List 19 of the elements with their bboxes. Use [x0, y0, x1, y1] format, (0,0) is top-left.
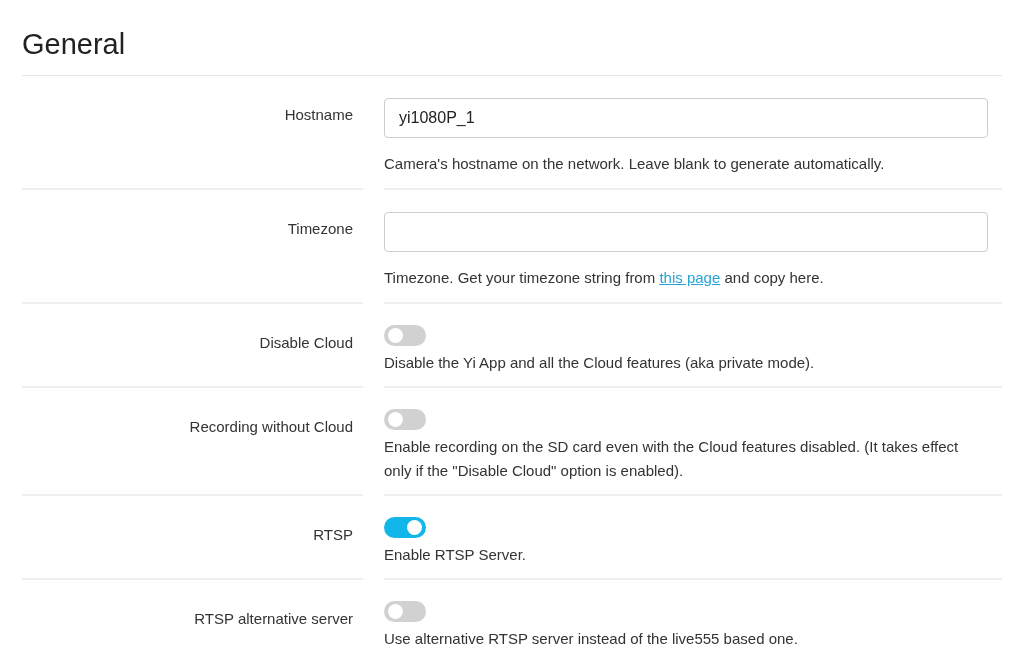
toggle-switch[interactable] [384, 409, 426, 430]
field-label: Hostname [284, 106, 353, 123]
field-label: Timezone [287, 220, 353, 237]
field-label: RTSP alternative server [194, 610, 353, 627]
help-text: Enable recording on the SD card even with the Cloud features disabled. (It takes effect only if the "Disable Cloud" option is enabled). [384, 437, 960, 481]
page-title: General [22, 0, 1002, 76]
help-text: Timezone. Get your timezone string from this page and copy here. [384, 268, 825, 288]
toggle-switch[interactable] [384, 517, 426, 538]
field-label: Disable Cloud [259, 334, 353, 351]
input-field[interactable] [384, 212, 988, 252]
help-text: Camera's hostname on the network. Leave blank to generate automatically. [384, 154, 886, 174]
help-text: Use alternative RTSP server instead of the live555 based one. [384, 629, 799, 649]
help-text: Enable RTSP Server. [384, 545, 528, 565]
field-label: Recording without Cloud [189, 418, 353, 435]
input-field[interactable]: yi1080P_1 [384, 98, 988, 138]
field-label: RTSP [313, 526, 353, 543]
help-text: Disable the Yi App and all the Cloud features (aka private mode). [384, 353, 816, 373]
toggle-switch[interactable] [384, 325, 426, 346]
toggle-switch[interactable] [384, 601, 426, 622]
